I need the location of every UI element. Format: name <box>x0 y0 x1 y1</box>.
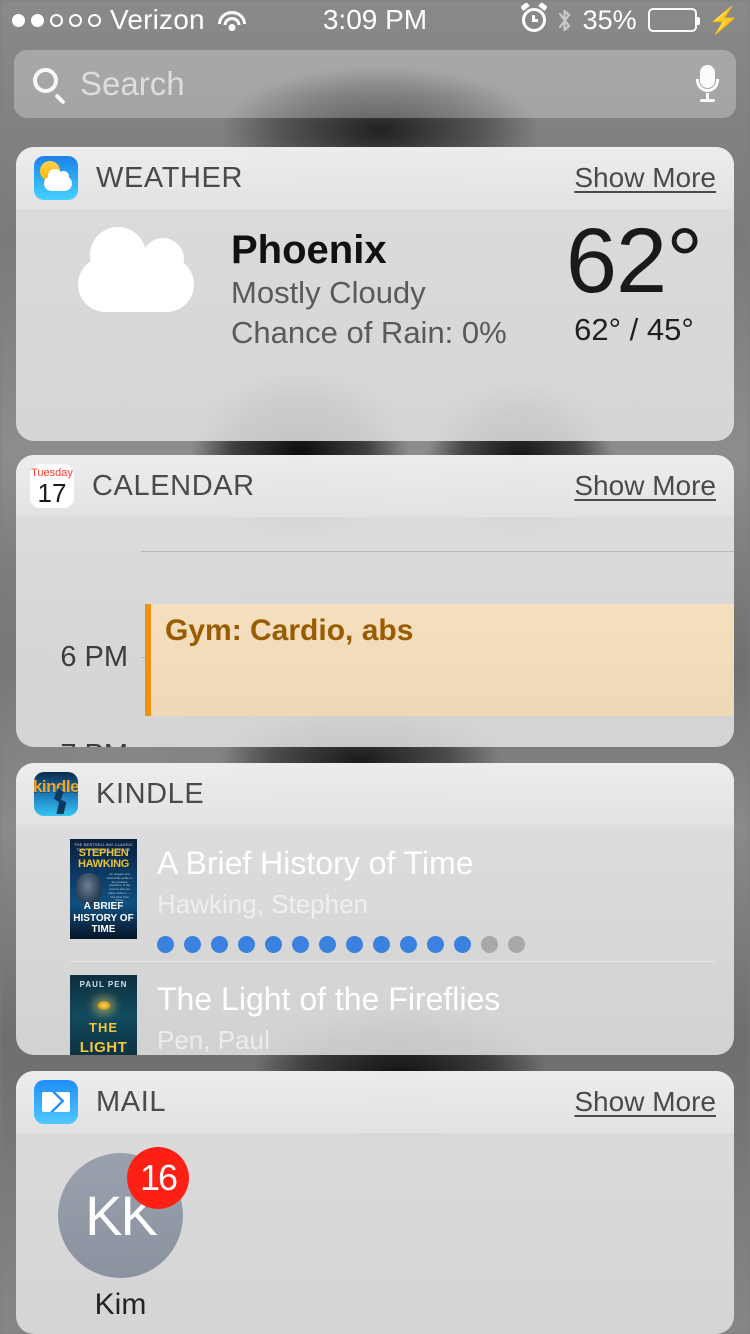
search-icon <box>32 67 66 105</box>
widget-mail[interactable]: MAIL Show More KK 16 Kim <box>16 1071 734 1334</box>
envelope-icon <box>42 1092 70 1112</box>
status-bar-right: 35% ⚡ <box>519 2 740 36</box>
widget-kindle[interactable]: kindle KINDLE THE BESTSELLING CLASSIC TH… <box>16 763 734 1055</box>
book-cover-title: A BRIEF HISTORY OF TIME <box>73 901 134 935</box>
calendar-hour-label: 7 PM <box>16 739 128 747</box>
widget-calendar-header: Tuesday 17 CALENDAR Show More <box>16 455 734 517</box>
widget-calendar-body: Gym: Cardio, abs 6 PM 7 PM <box>16 517 734 747</box>
book-cover-blurb: An elegant and accessible guide to the g… <box>106 873 133 903</box>
weather-temperature-block: 62° 62° / 45° <box>565 210 703 348</box>
progress-dot <box>373 935 390 953</box>
cloud-icon <box>78 227 194 312</box>
lightning-bolt-icon: ⚡ <box>707 5 740 35</box>
avatar[interactable]: KK 16 <box>58 1147 189 1278</box>
progress-dot <box>454 935 471 953</box>
widget-weather-header: WEATHER Show More <box>16 147 734 209</box>
battery-percentage: 35% <box>582 4 637 35</box>
progress-dot <box>292 935 309 953</box>
widget-kindle-header: kindle KINDLE <box>16 763 734 825</box>
progress-dot <box>238 935 255 953</box>
book-info: The Light of the Fireflies Pen, Paul <box>157 975 716 1055</box>
bluetooth-icon <box>557 8 572 33</box>
progress-dot <box>400 935 417 953</box>
book-progress-indicator <box>157 935 716 953</box>
weather-show-more-button[interactable]: Show More <box>574 162 716 194</box>
progress-dot <box>508 935 525 953</box>
progress-dot <box>319 935 336 953</box>
calendar-app-icon: Tuesday 17 <box>30 464 74 508</box>
mail-vip-name: Kim <box>94 1288 147 1321</box>
progress-dot <box>157 935 174 953</box>
mail-vip-contact[interactable]: KK 16 Kim <box>58 1147 189 1322</box>
book-info: A Brief History of Time Hawking, Stephen <box>157 839 716 953</box>
weather-city: Phoenix <box>231 228 387 272</box>
status-bar: Verizon 3:09 PM 35% ⚡ <box>0 0 750 40</box>
book-cover-portrait <box>76 873 102 905</box>
progress-dot <box>346 935 363 953</box>
progress-dot <box>481 935 498 953</box>
firefly-icon <box>97 1001 110 1010</box>
search-placeholder: Search <box>80 65 185 102</box>
widget-weather[interactable]: WEATHER Show More Phoenix Mostly Cloudy … <box>16 147 734 441</box>
book-title: The Light of the Fireflies <box>157 981 501 1017</box>
weather-high-low: 62° / 45° <box>574 311 694 347</box>
widget-mail-header: MAIL Show More <box>16 1071 734 1133</box>
status-badge: 16 <box>127 1147 189 1209</box>
book-cover-line2: LIGHT <box>79 1039 128 1055</box>
alarm-clock-icon <box>519 2 548 32</box>
calendar-show-more-button[interactable]: Show More <box>574 470 716 502</box>
book-author: Pen, Paul <box>157 1024 270 1055</box>
kindle-app-icon: kindle <box>34 772 78 816</box>
calendar-event-title: Gym: Cardio, abs <box>165 614 414 647</box>
weather-app-icon <box>34 156 78 200</box>
weather-condition: Mostly Cloudy <box>231 275 426 310</box>
mail-app-icon <box>34 1080 78 1124</box>
list-item[interactable]: THE BESTSELLING CLASSIC THAT CHANGED SCI… <box>34 825 716 961</box>
widget-kindle-title: KINDLE <box>96 777 205 810</box>
book-title: A Brief History of Time <box>157 845 474 881</box>
book-cover-author: PAUL PEN <box>79 980 128 989</box>
weather-rain-chance: Chance of Rain: 0% <box>231 314 507 350</box>
microphone-icon[interactable] <box>696 65 719 103</box>
widget-kindle-body: THE BESTSELLING CLASSIC THAT CHANGED SCI… <box>16 825 734 1055</box>
book-cover-line1: THE <box>89 1020 118 1035</box>
widget-mail-title: MAIL <box>96 1085 167 1118</box>
list-item[interactable]: PAUL PEN THE LIGHT The Light of the Fire… <box>34 961 716 1055</box>
widget-calendar-title: CALENDAR <box>92 469 255 502</box>
progress-dot <box>427 935 444 953</box>
battery-icon <box>647 8 700 32</box>
widget-calendar[interactable]: Tuesday 17 CALENDAR Show More Gym: Cardi… <box>16 455 734 747</box>
widget-mail-body: KK 16 Kim <box>16 1133 734 1334</box>
search-bar-container: Search <box>0 50 750 128</box>
widget-weather-title: WEATHER <box>96 161 244 194</box>
progress-dot <box>211 935 228 953</box>
book-cover: THE BESTSELLING CLASSIC THAT CHANGED SCI… <box>70 839 137 939</box>
weather-details: Phoenix Mostly Cloudy Chance of Rain: 0% <box>231 227 507 352</box>
book-cover: PAUL PEN THE LIGHT <box>70 975 137 1055</box>
search-input[interactable]: Search <box>14 50 736 118</box>
book-cover-author: STEPHEN HAWKING <box>77 847 130 870</box>
progress-dot <box>184 935 201 953</box>
mail-show-more-button[interactable]: Show More <box>574 1086 716 1118</box>
calendar-event[interactable]: Gym: Cardio, abs <box>145 604 734 716</box>
weather-current-temperature: 62° <box>565 210 703 312</box>
calendar-gridline <box>141 551 734 552</box>
widget-weather-body: Phoenix Mostly Cloudy Chance of Rain: 0%… <box>16 209 734 441</box>
calendar-hour-label: 6 PM <box>60 641 128 673</box>
book-author: Hawking, Stephen <box>157 888 369 919</box>
progress-dot <box>265 935 282 953</box>
calendar-icon-day: 17 <box>37 478 67 508</box>
